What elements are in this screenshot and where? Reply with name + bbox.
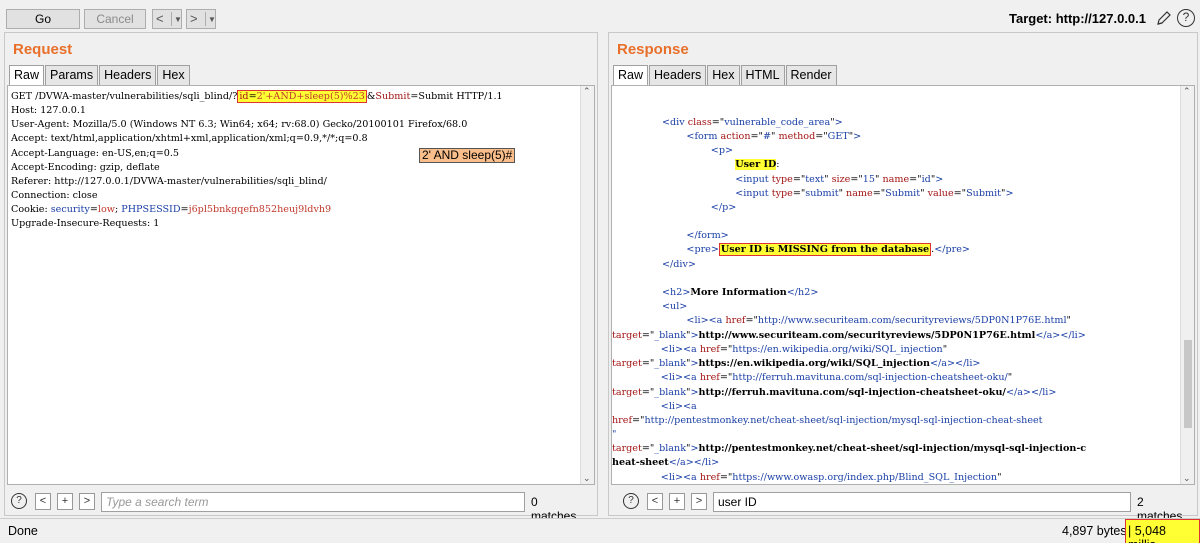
tab-headers[interactable]: Headers	[99, 65, 157, 85]
add-button[interactable]: +	[57, 493, 73, 510]
tab-raw[interactable]: Raw	[9, 65, 45, 86]
pencil-icon[interactable]	[1155, 9, 1173, 27]
divider	[205, 12, 206, 26]
search-input[interactable]: Type a search term	[101, 492, 525, 512]
help-icon[interactable]: ?	[11, 493, 27, 509]
target-label: Target: http://127.0.0.1	[1008, 11, 1146, 26]
tab-render[interactable]: Render	[785, 65, 837, 85]
chevron-right-icon: >	[190, 11, 198, 26]
response-body-cont: target="_blank">http://www.securiteam.co…	[612, 330, 1087, 483]
help-icon[interactable]: ?	[623, 493, 639, 509]
status-text: Done	[8, 524, 38, 538]
tab-hex[interactable]: Hex	[157, 65, 190, 85]
tab-hex[interactable]: Hex	[707, 65, 740, 85]
response-size: 4,897 bytes	[1062, 524, 1127, 538]
chevron-down-icon[interactable]: ▼	[208, 11, 216, 29]
chevron-down-icon[interactable]: ⌄	[1183, 473, 1191, 484]
request-title: Request	[13, 41, 73, 58]
injection-tooltip: 2' AND sleep(5)#	[419, 148, 516, 163]
prev-match-button[interactable]: <	[647, 493, 663, 510]
vertical-scrollbar[interactable]: ⌃ ⌄	[580, 86, 594, 484]
request-editor[interactable]: GET /DVWA-master/vulnerabilities/sqli_bl…	[7, 85, 595, 485]
scrollbar-thumb[interactable]	[1184, 340, 1192, 428]
response-tabs: Raw Headers Hex HTML Render	[613, 65, 838, 86]
tab-raw[interactable]: Raw	[613, 65, 649, 86]
tab-params[interactable]: Params	[45, 65, 99, 85]
help-icon[interactable]: ?	[1177, 9, 1195, 27]
request-panel: Request Raw Params Headers Hex GET /DVWA…	[4, 32, 598, 523]
response-title: Response	[617, 41, 689, 58]
back-button[interactable]: < ▼	[152, 9, 182, 29]
tab-headers[interactable]: Headers	[649, 65, 707, 85]
tab-html[interactable]: HTML	[740, 65, 785, 85]
cancel-button[interactable]: Cancel	[84, 9, 146, 29]
response-time: | 5,048 millis	[1125, 519, 1200, 543]
chevron-up-icon[interactable]: ⌃	[583, 86, 591, 97]
status-bar: Done 4,897 bytes | 5,048 millis	[0, 518, 1200, 543]
search-input[interactable]: user ID	[713, 492, 1131, 512]
vertical-scrollbar[interactable]: ⌃ ⌄	[1180, 86, 1194, 484]
chevron-down-icon[interactable]: ⌄	[583, 473, 591, 484]
go-button[interactable]: Go	[6, 9, 80, 29]
response-editor[interactable]: <div class="vulnerable_code_area"> <form…	[611, 85, 1195, 485]
add-button[interactable]: +	[669, 493, 685, 510]
prev-match-button[interactable]: <	[35, 493, 51, 510]
divider	[171, 12, 172, 26]
forward-button[interactable]: > ▼	[186, 9, 216, 29]
next-match-button[interactable]: >	[691, 493, 707, 510]
chevron-up-icon[interactable]: ⌃	[1183, 86, 1191, 97]
request-tabs: Raw Params Headers Hex	[9, 65, 191, 86]
response-panel: Response Raw Headers Hex HTML Render <di…	[608, 32, 1198, 523]
chevron-down-icon[interactable]: ▼	[174, 11, 182, 29]
chevron-left-icon: <	[156, 11, 164, 26]
next-match-button[interactable]: >	[79, 493, 95, 510]
response-body: <div class="vulnerable_code_area"> <form…	[662, 117, 1071, 327]
